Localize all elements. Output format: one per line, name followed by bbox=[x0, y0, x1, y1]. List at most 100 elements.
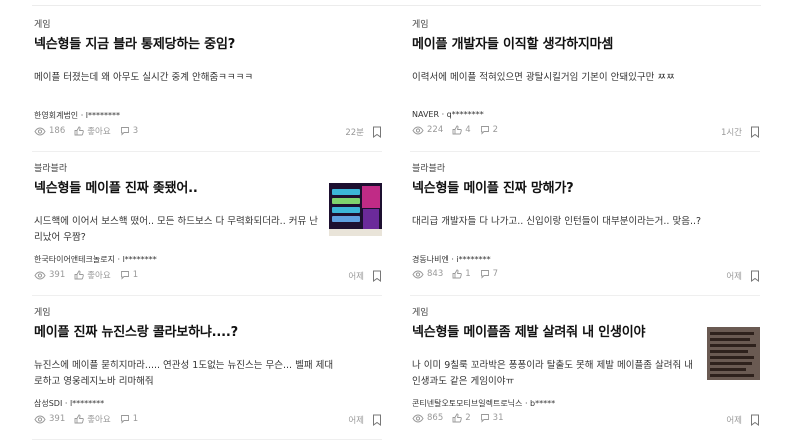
thumbnail-bar bbox=[332, 189, 360, 195]
thumbs-up-icon bbox=[452, 413, 463, 423]
thumbs-up-icon bbox=[74, 270, 85, 280]
post-category[interactable]: 게임 bbox=[34, 17, 51, 30]
post-title[interactable]: 넥슨형들 메이플 진짜 좆됐어.. bbox=[34, 177, 198, 196]
thumbs-up-icon bbox=[452, 269, 463, 279]
eye-icon bbox=[34, 270, 46, 280]
like-count-value: 2 bbox=[465, 413, 471, 423]
post-card[interactable]: 게임 넥슨형들 메이플좀 제발 살려줘 내 인생이야 나 이미 9칠룩 꼬라박은… bbox=[410, 296, 760, 440]
thumbnail-text-line bbox=[710, 350, 748, 353]
thumbnail-text-line bbox=[710, 344, 756, 347]
like-button[interactable]: 좋아요 bbox=[74, 269, 111, 281]
comment-count-value: 31 bbox=[492, 413, 504, 423]
view-count: 391 bbox=[34, 414, 65, 424]
thumbs-up-icon bbox=[452, 125, 463, 135]
post-time: 어제 bbox=[348, 416, 364, 426]
like-count-value: 4 bbox=[465, 125, 471, 135]
post-card[interactable]: 게임 메이플 진짜 뉴진스랑 콜라보하냐....? 뉴진스에 메이플 묻히지마라… bbox=[32, 296, 382, 440]
post-title[interactable]: 넥슨형들 메이플좀 제발 살려줘 내 인생이야 bbox=[412, 321, 646, 340]
top-divider bbox=[32, 5, 761, 6]
like-button[interactable]: 좋아요 bbox=[74, 125, 111, 137]
comment-icon bbox=[480, 126, 489, 135]
view-count: 865 bbox=[412, 413, 443, 423]
like-button[interactable]: 4 bbox=[452, 125, 471, 135]
post-title[interactable]: 넥슨형들 지금 블라 통제당하는 중임? bbox=[34, 33, 235, 52]
comment-icon bbox=[120, 271, 129, 280]
post-excerpt: 대리급 개발자들 다 나가고.. 신입이랑 인턴들이 대부분이라는거.. 맞음.… bbox=[412, 216, 702, 227]
thumbnail-bar bbox=[332, 207, 360, 213]
eye-icon bbox=[34, 414, 46, 424]
post-category[interactable]: 블라블라 bbox=[34, 161, 67, 174]
comment-button[interactable]: 3 bbox=[120, 126, 138, 136]
bookmark-icon[interactable] bbox=[372, 126, 382, 138]
bookmark-icon[interactable] bbox=[750, 414, 760, 426]
like-count-value: 좋아요 bbox=[87, 127, 111, 137]
thumbs-up-icon bbox=[74, 414, 85, 424]
thumbnail-character bbox=[363, 209, 379, 229]
post-card[interactable]: 게임 메이플 개발자들 이직할 생각하지마셈 이력서에 메이플 적혀있으면 광탈… bbox=[410, 8, 760, 152]
view-count: 391 bbox=[34, 270, 65, 280]
post-author: 삼성SDI · l******** bbox=[34, 399, 105, 408]
thumbnail-bar bbox=[332, 198, 360, 204]
eye-icon bbox=[412, 125, 424, 135]
like-count-value: 좋아요 bbox=[87, 415, 111, 425]
comment-button[interactable]: 31 bbox=[480, 413, 504, 423]
post-author: 한국타이어앤테크놀로지 · l******** bbox=[34, 255, 157, 264]
post-category[interactable]: 블라블라 bbox=[412, 161, 445, 174]
post-time: 1시간 bbox=[720, 128, 742, 138]
comment-icon bbox=[120, 415, 129, 424]
post-stats: 391 좋아요 1 bbox=[34, 269, 147, 281]
post-time: 22분 bbox=[345, 128, 364, 138]
comment-icon bbox=[480, 270, 489, 279]
view-count-value: 865 bbox=[427, 413, 444, 423]
post-card[interactable]: 게임 넥슨형들 지금 블라 통제당하는 중임? 메이플 터졌는데 왜 아무도 실… bbox=[32, 8, 382, 152]
like-button[interactable]: 1 bbox=[452, 269, 471, 279]
thumbnail-text-line bbox=[710, 332, 754, 335]
comment-button[interactable]: 1 bbox=[120, 270, 138, 280]
post-author: 경동나비엔 · i******** bbox=[412, 255, 491, 264]
view-count: 186 bbox=[34, 126, 65, 136]
eye-icon bbox=[34, 126, 46, 136]
post-time: 어제 bbox=[726, 416, 742, 426]
post-category[interactable]: 게임 bbox=[412, 17, 429, 30]
post-time: 어제 bbox=[348, 272, 364, 282]
like-button[interactable]: 2 bbox=[452, 413, 471, 423]
like-button[interactable]: 좋아요 bbox=[74, 413, 111, 425]
post-title[interactable]: 메이플 개발자들 이직할 생각하지마셈 bbox=[412, 33, 613, 52]
post-thumbnail[interactable] bbox=[707, 327, 760, 380]
post-stats: 391 좋아요 1 bbox=[34, 413, 147, 425]
post-time: 어제 bbox=[726, 272, 742, 282]
post-title[interactable]: 메이플 진짜 뉴진스랑 콜라보하냐....? bbox=[34, 321, 238, 340]
view-count-value: 843 bbox=[427, 269, 444, 279]
bookmark-icon[interactable] bbox=[372, 270, 382, 282]
comment-icon bbox=[120, 127, 129, 136]
post-excerpt: 시드핵에 이어서 보스핵 떴어.. 모든 하드보스 다 무력화되더라.. 커뮤 … bbox=[34, 216, 318, 243]
comment-count-value: 2 bbox=[492, 125, 499, 135]
comment-button[interactable]: 7 bbox=[480, 269, 498, 279]
comment-count-value: 1 bbox=[132, 414, 139, 424]
view-count: 843 bbox=[412, 269, 443, 279]
view-count-value: 224 bbox=[427, 125, 444, 135]
comment-count-value: 1 bbox=[132, 270, 139, 280]
post-stats: 865 2 31 bbox=[412, 413, 512, 423]
post-divider bbox=[32, 439, 382, 440]
post-card[interactable]: 블라블라 넥슨형들 메이플 진짜 망해가? 대리급 개발자들 다 나가고.. 신… bbox=[410, 152, 760, 296]
thumbnail-text-line bbox=[710, 362, 752, 365]
bookmark-icon[interactable] bbox=[750, 270, 760, 282]
post-card[interactable]: 블라블라 넥슨형들 메이플 진짜 좆됐어.. 시드핵에 이어서 보스핵 떴어..… bbox=[32, 152, 382, 296]
thumbnail-text-line bbox=[710, 374, 754, 377]
bookmark-icon[interactable] bbox=[750, 126, 760, 138]
post-thumbnail[interactable] bbox=[329, 183, 382, 236]
post-author: 한영회계법인 · l******** bbox=[34, 111, 121, 120]
post-category[interactable]: 게임 bbox=[412, 305, 429, 318]
post-title[interactable]: 넥슨형들 메이플 진짜 망해가? bbox=[412, 177, 574, 196]
thumbs-up-icon bbox=[74, 126, 85, 136]
bookmark-icon[interactable] bbox=[372, 414, 382, 426]
comment-button[interactable]: 2 bbox=[480, 125, 498, 135]
post-stats: 186 좋아요 3 bbox=[34, 125, 147, 137]
post-category[interactable]: 게임 bbox=[34, 305, 51, 318]
view-count-value: 391 bbox=[49, 270, 66, 280]
thumbnail-text-line bbox=[710, 368, 746, 371]
thumbnail-text-line bbox=[710, 338, 750, 341]
comment-button[interactable]: 1 bbox=[120, 414, 138, 424]
like-count-value: 1 bbox=[465, 269, 471, 279]
